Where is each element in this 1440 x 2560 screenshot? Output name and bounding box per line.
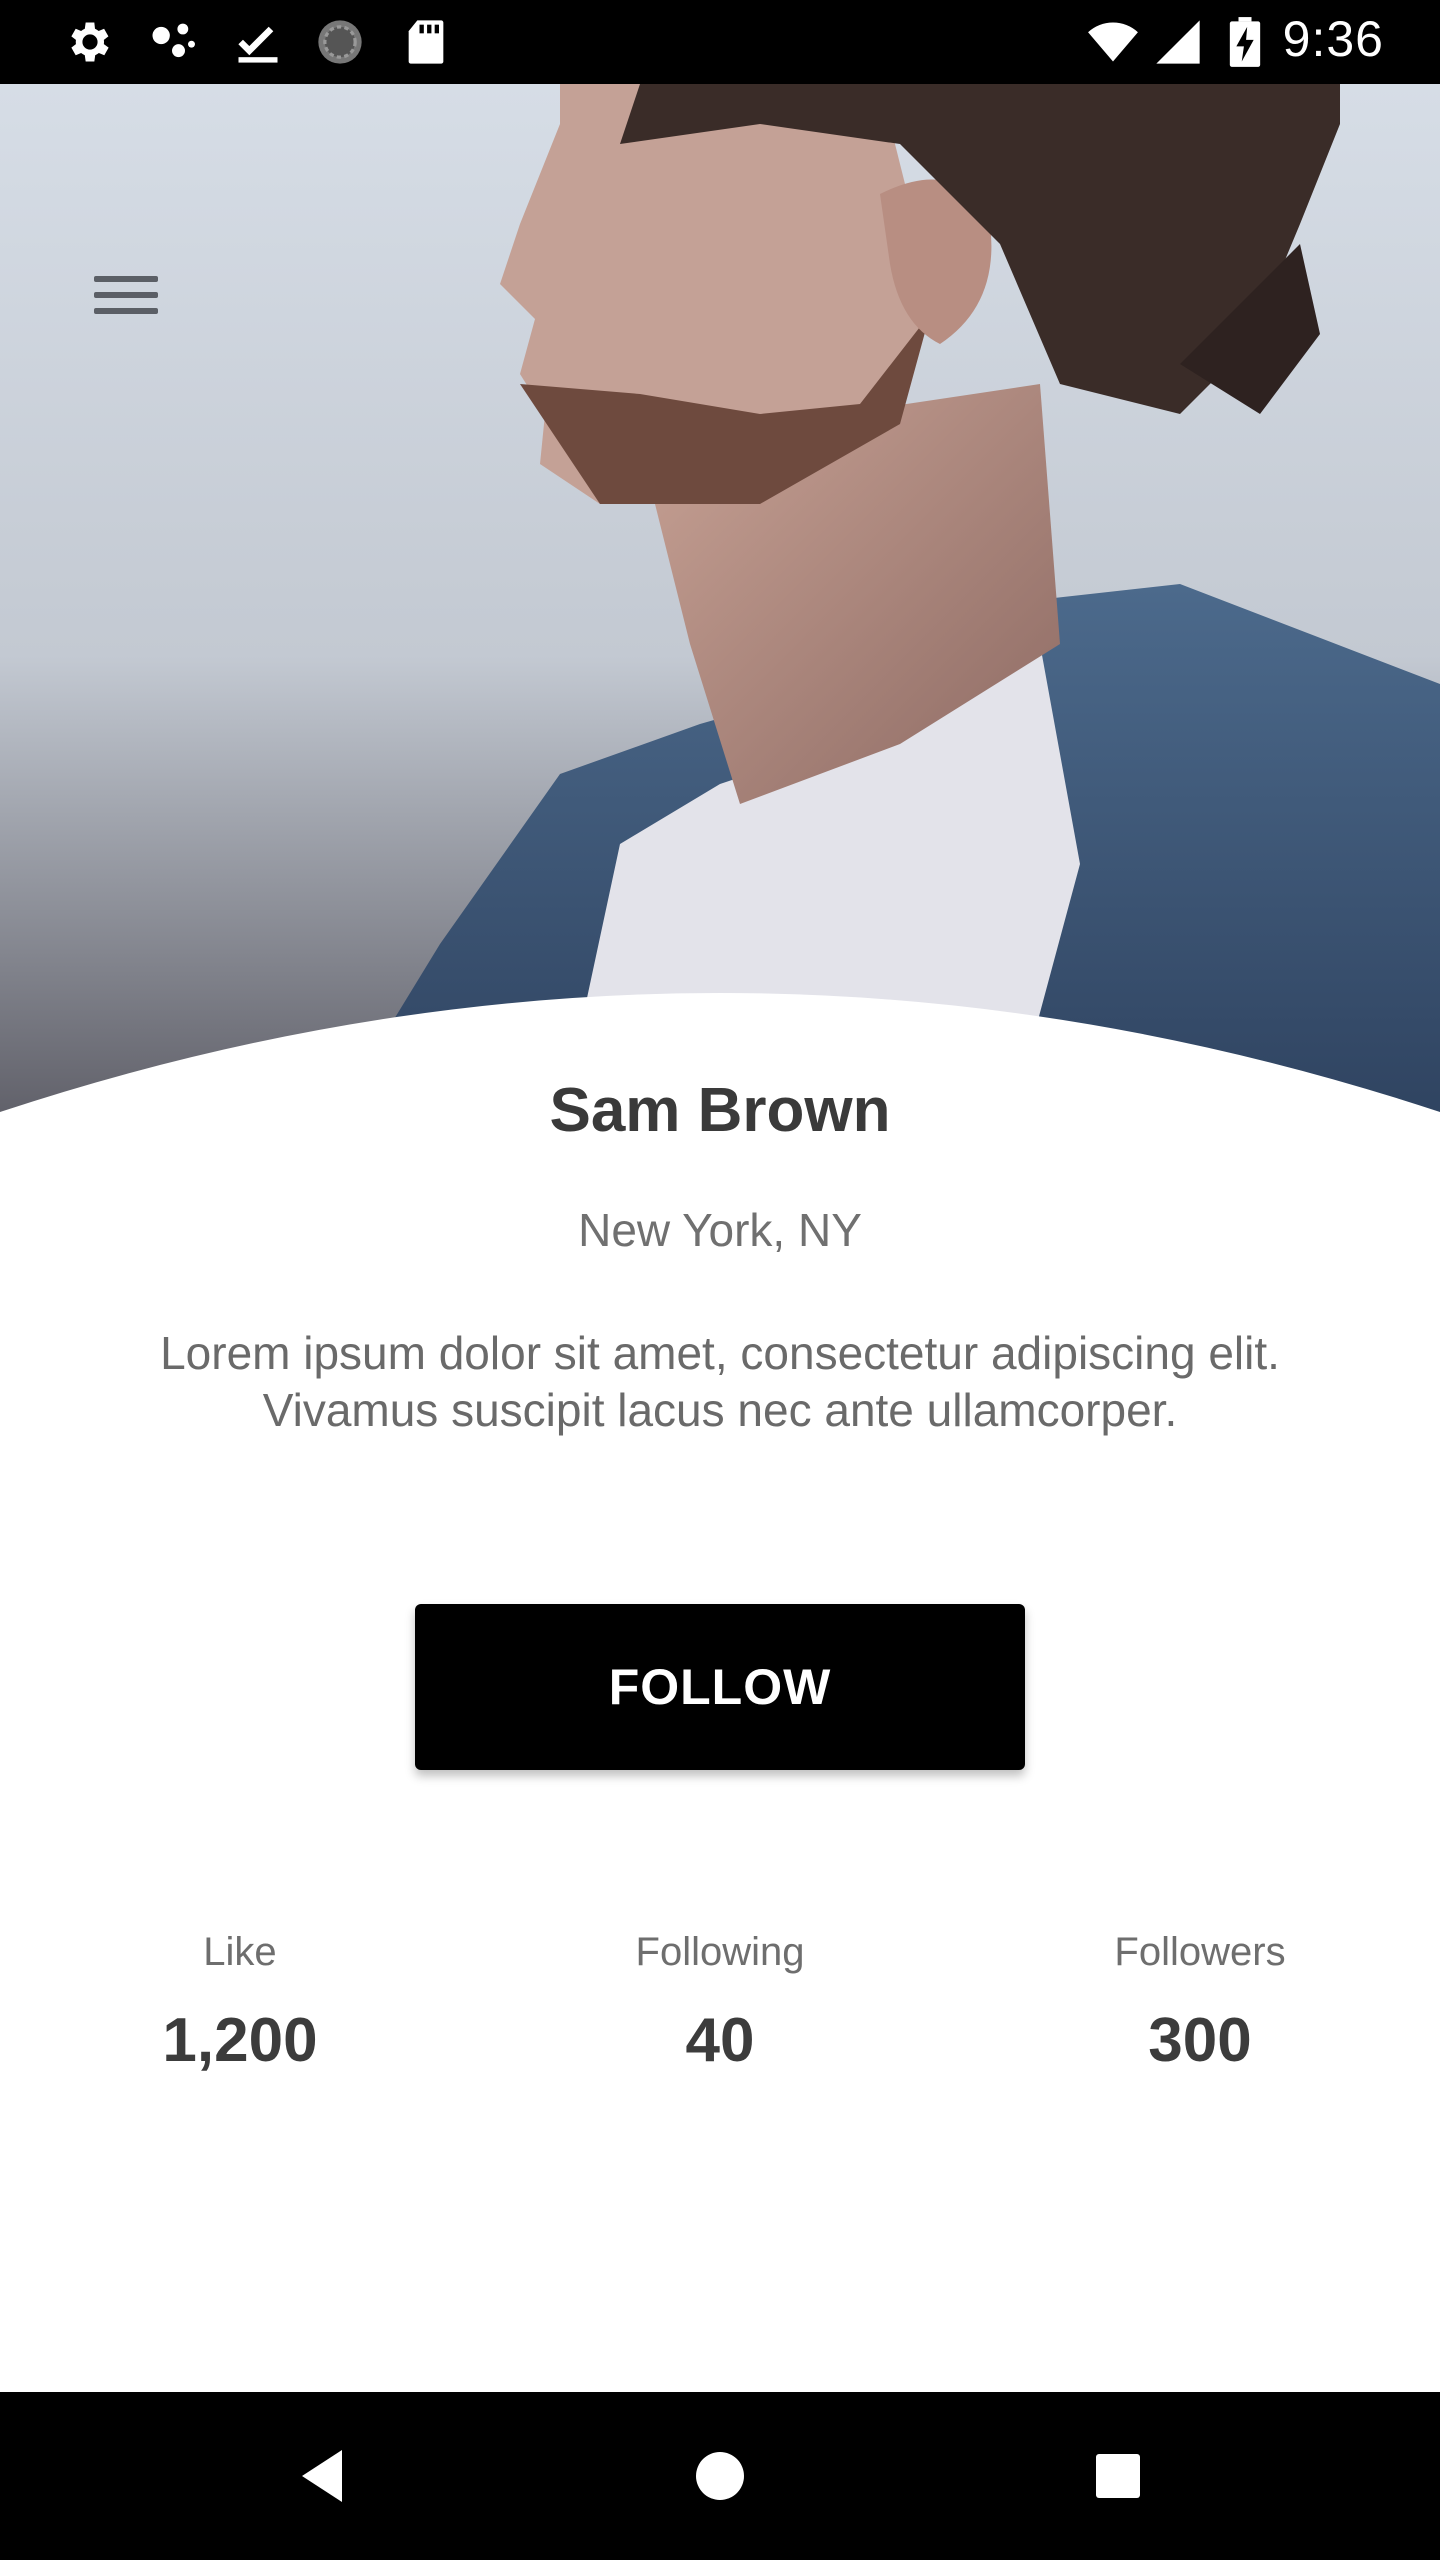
profile-bio-line: Vivamus suscipit lacus nec ante ullamcor…: [262, 1384, 1178, 1436]
stat-value: 40: [685, 2006, 755, 2075]
hamburger-menu-icon-line: [94, 308, 158, 314]
home-icon[interactable]: [670, 2436, 770, 2516]
status-bar: 9:36: [0, 0, 1440, 84]
sd-card-icon: [408, 20, 444, 64]
stat-label: Like: [203, 1930, 277, 1974]
stat-following[interactable]: Following 40: [480, 1930, 960, 2076]
hamburger-menu-icon-line: [94, 292, 158, 298]
wifi-icon: [1088, 22, 1138, 62]
back-icon[interactable]: [272, 2436, 372, 2516]
stat-label: Following: [635, 1930, 805, 1974]
stat-label: Followers: [1114, 1930, 1286, 1974]
stat-followers[interactable]: Followers 300: [960, 1930, 1440, 2076]
share-dots-icon: [152, 23, 195, 58]
download-done-icon: [238, 26, 278, 63]
hamburger-menu-icon: [94, 276, 158, 282]
menu-button[interactable]: [80, 254, 170, 334]
battery-charging-icon: [1229, 17, 1261, 67]
signal-icon: [1156, 20, 1200, 64]
profile-location: New York, NY: [578, 1204, 862, 1256]
hero-image: [0, 84, 1440, 1124]
profile-name: Sam Brown: [549, 1076, 891, 1145]
profile-bio: Lorem ipsum dolor sit amet, consectetur …: [100, 1325, 1340, 1439]
recents-icon[interactable]: [1068, 2436, 1168, 2516]
stat-value: 300: [1148, 2006, 1252, 2075]
stat-likes[interactable]: Like 1,200: [0, 1930, 480, 2076]
loading-circle-icon: [318, 20, 362, 64]
profile-bio-line: Lorem ipsum dolor sit amet, consectetur …: [160, 1327, 1280, 1379]
navigation-bar: [0, 2392, 1440, 2560]
stat-value: 1,200: [162, 2006, 318, 2075]
follow-button[interactable]: FOLLOW: [415, 1604, 1025, 1770]
status-time: 9:36: [1282, 11, 1384, 67]
settings-icon: [71, 22, 109, 62]
